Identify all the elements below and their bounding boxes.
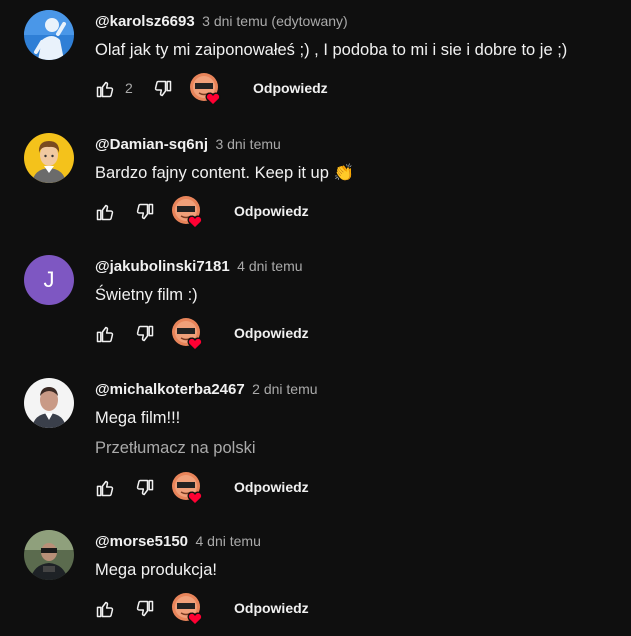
avatar[interactable]	[24, 378, 74, 428]
reply-button[interactable]: Odpowiedz	[234, 203, 309, 219]
dislike-icon[interactable]	[135, 478, 155, 498]
dislike-icon[interactable]	[135, 324, 155, 344]
comment-actions: Odpowiedz	[95, 318, 455, 350]
avatar-letter: J	[43, 267, 55, 292]
reply-button[interactable]: Odpowiedz	[253, 80, 328, 96]
avatar[interactable]: J	[24, 255, 74, 305]
like-icon[interactable]	[95, 202, 115, 222]
dislike-icon[interactable]	[135, 599, 155, 619]
author-handle[interactable]: @michalkoterba2467	[95, 381, 245, 398]
avatar[interactable]	[24, 133, 74, 183]
comment-header: @morse5150 4 dni temu	[95, 531, 261, 552]
like-icon[interactable]	[95, 478, 115, 498]
author-handle[interactable]: @Damian-sq6nj	[95, 136, 208, 153]
cartoon-figure-avatar-icon	[24, 10, 74, 60]
creator-heart-icon	[171, 195, 205, 229]
comment-text: Olaf jak ty mi zaiponowałeś ;) , I podob…	[95, 41, 568, 59]
author-handle[interactable]: @karolsz6693	[95, 13, 195, 30]
photo-avatar-icon	[24, 530, 74, 580]
reply-button[interactable]: Odpowiedz	[234, 325, 309, 341]
like-count: 2	[125, 80, 133, 96]
comment-actions: Odpowiedz	[95, 472, 455, 504]
creator-heart-icon	[171, 317, 205, 351]
dislike-icon[interactable]	[153, 79, 173, 99]
translate-link[interactable]: Przetłumacz na polski	[95, 437, 255, 459]
comment-text: Mega produkcja!	[95, 561, 217, 579]
reply-button[interactable]: Odpowiedz	[234, 600, 309, 616]
timestamp[interactable]: 3 dni temu (edytowany)	[202, 13, 348, 29]
comment-header: @karolsz6693 3 dni temu (edytowany)	[95, 11, 348, 32]
reply-button[interactable]: Odpowiedz	[234, 479, 309, 495]
creator-heart-icon	[171, 471, 205, 505]
comment-actions: Odpowiedz	[95, 196, 455, 228]
timestamp[interactable]: 4 dni temu	[237, 258, 302, 274]
comment-header: @michalkoterba2467 2 dni temu	[95, 379, 318, 400]
timestamp[interactable]: 4 dni temu	[195, 533, 260, 549]
dislike-icon[interactable]	[135, 202, 155, 222]
comment-actions: 2 Odpowiedz	[95, 73, 455, 105]
like-icon[interactable]	[95, 324, 115, 344]
comment-actions: Odpowiedz	[95, 593, 455, 625]
avatar[interactable]	[24, 10, 74, 60]
comment-text: Bardzo fajny content. Keep it up 👏	[95, 164, 355, 182]
comment-header: @Damian-sq6nj 3 dni temu	[95, 134, 281, 155]
like-icon[interactable]	[95, 599, 115, 619]
creator-heart-icon	[171, 592, 205, 626]
timestamp[interactable]: 2 dni temu	[252, 381, 317, 397]
photo-avatar-icon	[24, 378, 74, 428]
comment-text: Mega film!!!	[95, 409, 181, 427]
creator-heart-icon	[189, 72, 223, 106]
comment-header: @jakubolinski7181 4 dni temu	[95, 256, 303, 277]
timestamp[interactable]: 3 dni temu	[215, 136, 280, 152]
comment-text: Świetny film :)	[95, 286, 198, 304]
default-user-avatar-icon	[24, 133, 74, 183]
author-handle[interactable]: @jakubolinski7181	[95, 258, 230, 275]
like-icon[interactable]	[95, 79, 115, 99]
avatar[interactable]	[24, 530, 74, 580]
author-handle[interactable]: @morse5150	[95, 533, 188, 550]
